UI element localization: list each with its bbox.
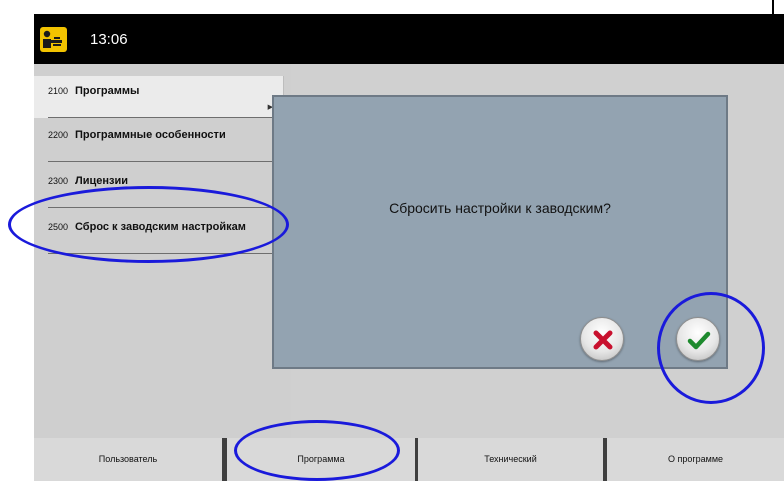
sidebar-item-label: Программы — [75, 85, 140, 97]
bottom-tab-bar: Пользователь Программа Технический О про… — [34, 438, 784, 481]
clock-time: 13:06 — [90, 31, 128, 48]
sidebar-item-label: Лицензии — [75, 175, 128, 187]
tab-technical[interactable]: Технический — [418, 438, 603, 481]
tab-about[interactable]: О программе — [607, 438, 784, 481]
tab-program[interactable]: Программа — [227, 438, 415, 481]
red-x-icon — [593, 330, 613, 350]
sidebar-item-program-features[interactable]: 2200 Программные особенности — [34, 120, 284, 162]
divider — [48, 207, 284, 208]
divider — [48, 117, 283, 118]
item-number: 2200 — [48, 130, 69, 140]
sidebar-item-factory-reset[interactable]: 2500 Сброс к заводским настройкам — [34, 212, 284, 254]
item-number: 2300 — [48, 176, 69, 186]
cancel-button[interactable] — [580, 317, 624, 361]
confirm-dialog: Сбросить настройки к заводским? — [272, 95, 728, 369]
confirm-button[interactable] — [676, 317, 720, 361]
tab-user[interactable]: Пользователь — [34, 438, 222, 481]
person-pointing-icon — [40, 27, 67, 52]
item-number: 2500 — [48, 222, 69, 232]
divider — [48, 253, 284, 254]
top-bar: 13:06 — [34, 14, 784, 64]
green-check-icon — [687, 331, 711, 350]
divider — [48, 161, 284, 162]
sidebar-item-licenses[interactable]: 2300 Лицензии — [34, 166, 284, 208]
corner-mark — [772, 0, 774, 14]
dialog-message: Сбросить настройки к заводским? — [389, 200, 611, 216]
sidebar-item-programs[interactable]: 2100 Программы ▶ — [34, 76, 284, 118]
sidebar: 2100 Программы ▶ 2200 Программные особен… — [34, 64, 291, 438]
sidebar-item-label: Программные особенности — [75, 129, 226, 141]
sidebar-item-label: Сброс к заводским настройкам — [75, 221, 246, 233]
item-number: 2100 — [48, 86, 69, 96]
